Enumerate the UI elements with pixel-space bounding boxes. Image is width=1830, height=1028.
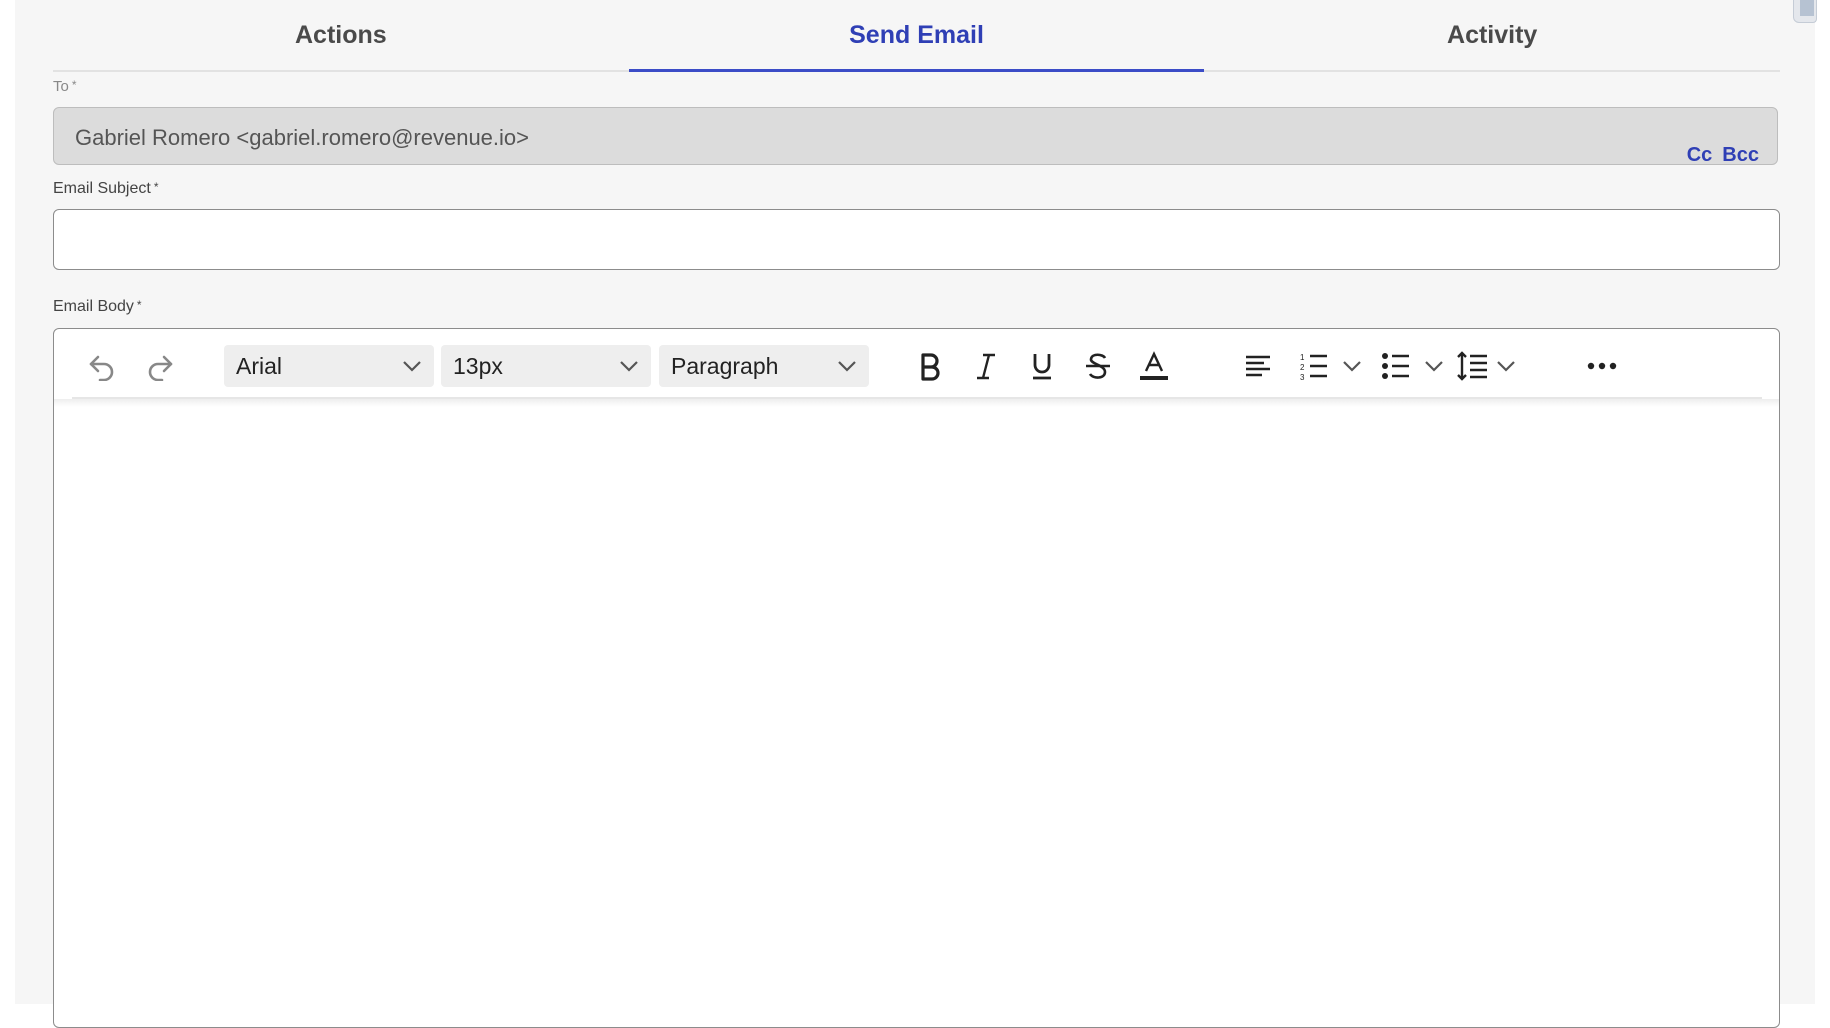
font-family-select[interactable]: Arial — [224, 345, 434, 387]
svg-text:2: 2 — [1300, 363, 1305, 372]
line-height-chevron-icon[interactable] — [1494, 346, 1518, 386]
bullet-list-icon[interactable] — [1376, 346, 1416, 386]
chevron-down-icon — [403, 361, 421, 372]
block-format-value: Paragraph — [671, 352, 779, 379]
italic-icon[interactable] — [966, 346, 1006, 386]
cc-link[interactable]: Cc — [1687, 144, 1713, 166]
more-icon[interactable] — [1582, 346, 1622, 386]
numbered-list-chevron-icon[interactable] — [1340, 346, 1364, 386]
numbered-list-icon[interactable]: 123 — [1294, 346, 1334, 386]
text-color-icon[interactable] — [1134, 346, 1174, 386]
to-field[interactable]: Gabriel Romero <gabriel.romero@revenue.i… — [53, 107, 1778, 167]
underline-icon[interactable] — [1022, 346, 1062, 386]
editor-toolbar: Arial 13px Paragraph 1 2 3 — [72, 329, 1762, 399]
bullet-list-chevron-icon[interactable] — [1422, 346, 1446, 386]
svg-text:1: 1 — [1300, 353, 1305, 362]
font-family-value: Arial — [236, 352, 283, 379]
to-label: To * — [53, 78, 77, 95]
chevron-down-icon — [620, 361, 638, 372]
right-edge — [1815, 0, 1830, 1004]
required-mark: * — [136, 298, 142, 312]
required-mark: * — [153, 180, 159, 194]
to-label-text: To — [53, 78, 69, 95]
subject-input[interactable] — [53, 209, 1780, 270]
subject-label: Email Subject * — [53, 180, 159, 198]
subject-label-text: Email Subject — [53, 180, 151, 197]
tab-bar: Actions Send Email Activity — [53, 0, 1780, 72]
tab-send-email[interactable]: Send Email — [628, 0, 1205, 72]
strikethrough-icon[interactable] — [1078, 346, 1118, 386]
body-label-text: Email Body — [53, 298, 134, 315]
corner-tab[interactable] — [1793, 0, 1817, 23]
email-body-editor[interactable]: Arial 13px Paragraph 1 2 3 — [53, 328, 1780, 1028]
required-mark: * — [71, 78, 77, 92]
redo-icon[interactable] — [140, 346, 180, 386]
font-size-select[interactable]: 13px — [441, 345, 651, 387]
tab-actions[interactable]: Actions — [53, 0, 629, 70]
line-height-icon[interactable] — [1452, 346, 1492, 386]
svg-text:3: 3 — [1300, 373, 1305, 381]
chevron-down-icon — [838, 361, 856, 372]
undo-icon[interactable] — [82, 346, 122, 386]
bcc-link[interactable]: Bcc — [1722, 144, 1759, 166]
tab-activity[interactable]: Activity — [1204, 0, 1780, 70]
block-format-select[interactable]: Paragraph — [659, 345, 869, 387]
font-size-value: 13px — [453, 352, 503, 379]
toolbar-shadow — [54, 399, 1779, 407]
align-left-icon[interactable] — [1238, 346, 1278, 386]
body-label: Email Body * — [53, 298, 142, 316]
bold-icon[interactable] — [910, 346, 950, 386]
cc-bcc-links: Cc Bcc — [1677, 144, 1759, 167]
to-value: Gabriel Romero <gabriel.romero@revenue.i… — [75, 125, 529, 150]
